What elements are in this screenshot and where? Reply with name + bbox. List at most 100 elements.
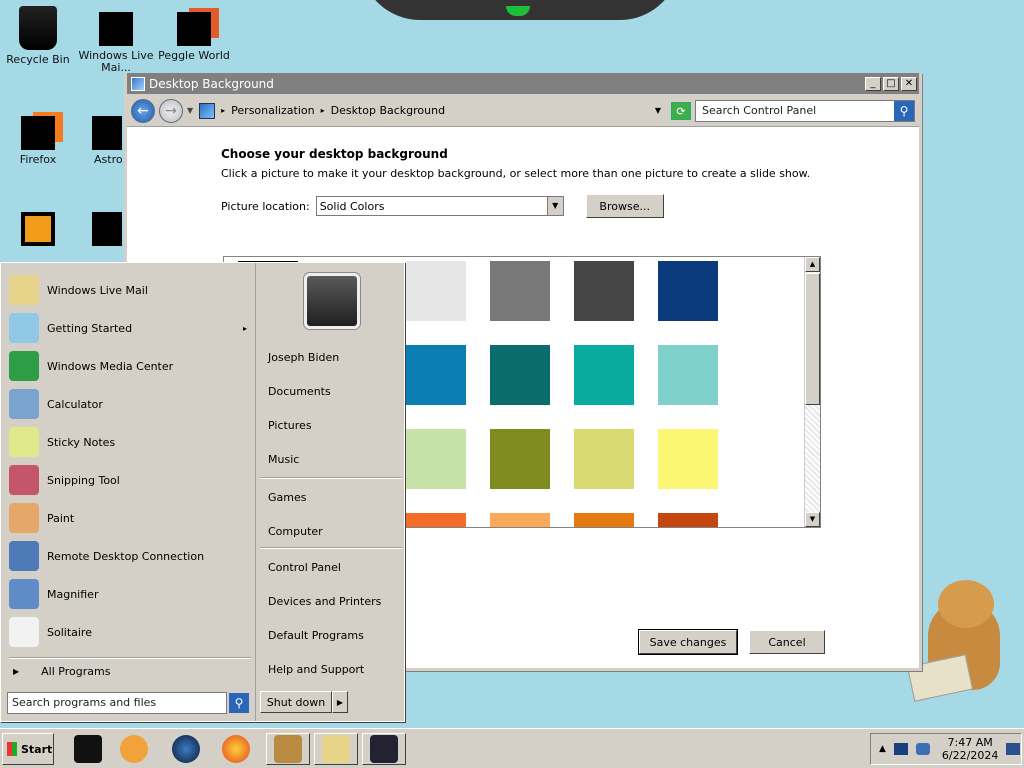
start-place-link[interactable]: Pictures: [268, 419, 312, 432]
taskbar-windows-live-mail[interactable]: [314, 733, 358, 765]
desktop-icon-astro[interactable]: Astro Delux: [78, 116, 122, 180]
start-program-item[interactable]: Paint: [9, 499, 251, 537]
start-place-link[interactable]: Games: [268, 491, 306, 504]
chevron-down-icon[interactable]: ▼: [546, 197, 563, 215]
desktop-icon-app[interactable]: [0, 212, 76, 250]
notification-icon[interactable]: [1006, 743, 1021, 755]
chevron-right-icon[interactable]: ▸: [221, 106, 225, 115]
user-avatar[interactable]: [304, 273, 360, 329]
search-icon[interactable]: ⚲: [894, 100, 914, 121]
taskbar-globe[interactable]: [168, 733, 204, 765]
desktop-icon-recycle-bin[interactable]: Recycle Bin: [0, 6, 76, 80]
vertical-scrollbar[interactable]: ▲ ▼: [804, 257, 820, 527]
color-swatch[interactable]: [574, 513, 634, 527]
desktop-icon-peggle-world[interactable]: Peggle World: [156, 12, 232, 76]
minimize-button[interactable]: _: [865, 76, 881, 91]
start-program-item[interactable]: Getting Started ▸: [9, 309, 251, 347]
breadcrumb-desktop-background[interactable]: Desktop Background: [331, 104, 446, 117]
start-program-item[interactable]: Windows Media Center: [9, 347, 251, 385]
color-swatch[interactable]: [406, 345, 466, 405]
shutdown-control[interactable]: Shut down ▶: [260, 691, 348, 713]
volume-icon[interactable]: [915, 743, 930, 755]
start-place-link[interactable]: Devices and Printers: [268, 595, 381, 608]
start-program-label: Paint: [47, 511, 75, 525]
back-button[interactable]: ←: [131, 98, 155, 123]
shutdown-button[interactable]: Shut down: [260, 691, 332, 713]
start-search[interactable]: Search programs and files ⚲: [7, 691, 249, 715]
window-title: Desktop Background: [149, 76, 274, 91]
start-place-link[interactable]: Default Programs: [268, 629, 364, 642]
system-tray: ▲ 7:47 AM 6/22/2024: [870, 733, 1022, 765]
taskbar-hamster-app[interactable]: [266, 733, 310, 765]
maximize-button[interactable]: □: [883, 76, 899, 91]
search-icon[interactable]: ⚲: [229, 693, 249, 713]
start-menu-divider: [260, 547, 402, 549]
color-swatch[interactable]: [490, 513, 550, 527]
breadcrumb-personalization[interactable]: Personalization: [231, 104, 314, 117]
globe-icon: [172, 735, 200, 763]
desktop-icon-windows-live-mail[interactable]: Windows Live Mai...: [78, 12, 154, 76]
start-program-item[interactable]: Windows Live Mail: [9, 271, 251, 309]
browse-button[interactable]: Browse...: [585, 194, 664, 218]
start-search-input[interactable]: Search programs and files: [7, 692, 227, 714]
start-program-label: Solitaire: [47, 625, 92, 639]
color-swatch[interactable]: [574, 345, 634, 405]
search-control-panel[interactable]: Search Control Panel ⚲: [695, 99, 915, 122]
refresh-button[interactable]: ⟳: [671, 101, 691, 120]
taskbar-control-panel[interactable]: [362, 733, 406, 765]
cancel-button[interactable]: Cancel: [749, 630, 825, 654]
clock[interactable]: 7:47 AM 6/22/2024: [942, 736, 998, 762]
start-place-link[interactable]: Joseph Biden: [268, 351, 339, 364]
start-program-item[interactable]: Snipping Tool: [9, 461, 251, 499]
taskbar-firefox[interactable]: [218, 733, 254, 765]
scroll-down-button[interactable]: ▼: [805, 512, 820, 527]
color-swatch[interactable]: [574, 429, 634, 489]
color-swatch[interactable]: [406, 429, 466, 489]
shutdown-options-button[interactable]: ▶: [332, 691, 348, 713]
color-swatch[interactable]: [658, 345, 718, 405]
all-programs[interactable]: ▶ All Programs: [13, 665, 110, 678]
color-swatch[interactable]: [490, 261, 550, 321]
chevron-down-icon[interactable]: ▼: [655, 106, 661, 115]
save-changes-button[interactable]: Save changes: [638, 629, 738, 655]
desktop-icon-firefox[interactable]: Firefox: [0, 116, 76, 180]
scroll-thumb[interactable]: [805, 273, 820, 405]
search-input[interactable]: Search Control Panel: [696, 104, 894, 117]
show-hidden-icons-button[interactable]: ▲: [879, 744, 886, 754]
start-place-link[interactable]: Documents: [268, 385, 331, 398]
color-swatch[interactable]: [406, 261, 466, 321]
picture-location-select[interactable]: Solid Colors ▼: [315, 196, 564, 216]
desktop-icon-app-2[interactable]: [78, 212, 122, 250]
start-place-link[interactable]: Computer: [268, 525, 323, 538]
network-icon[interactable]: [893, 743, 908, 755]
taskbar-media-player[interactable]: [116, 733, 152, 765]
start-program-item[interactable]: Sticky Notes: [9, 423, 251, 461]
start-program-label: Calculator: [47, 397, 103, 411]
close-button[interactable]: ✕: [901, 76, 917, 91]
color-swatch[interactable]: [490, 345, 550, 405]
color-swatch[interactable]: [490, 429, 550, 489]
breadcrumb[interactable]: ▸ Personalization ▸ Desktop Background ▼: [197, 99, 667, 122]
start-program-item[interactable]: Calculator: [9, 385, 251, 423]
window-titlebar[interactable]: Desktop Background _ □ ✕: [127, 73, 919, 95]
color-swatch[interactable]: [658, 429, 718, 489]
color-swatch[interactable]: [658, 261, 718, 321]
forward-button[interactable]: →: [159, 98, 183, 123]
desktop-wallpaper-shape: [360, 0, 680, 20]
start-program-item[interactable]: Magnifier: [9, 575, 251, 613]
color-swatch[interactable]: [574, 261, 634, 321]
start-program-item[interactable]: Remote Desktop Connection: [9, 537, 251, 575]
scroll-up-button[interactable]: ▲: [805, 257, 820, 272]
start-place-link[interactable]: Help and Support: [268, 663, 364, 676]
color-swatch[interactable]: [658, 513, 718, 527]
chevron-right-icon[interactable]: ▸: [321, 106, 325, 115]
control-panel-icon: [131, 76, 145, 91]
recent-pages-dropdown[interactable]: ▼: [187, 106, 193, 115]
taskbar-app-1[interactable]: [70, 733, 106, 765]
start-place-link[interactable]: Music: [268, 453, 299, 466]
start-button[interactable]: Start: [2, 733, 54, 765]
color-swatch[interactable]: [406, 513, 466, 527]
start-menu: ▶ All Programs Windows Live Mail Getting …: [0, 262, 405, 722]
start-program-item[interactable]: Solitaire: [9, 613, 251, 651]
start-place-link[interactable]: Control Panel: [268, 561, 341, 574]
